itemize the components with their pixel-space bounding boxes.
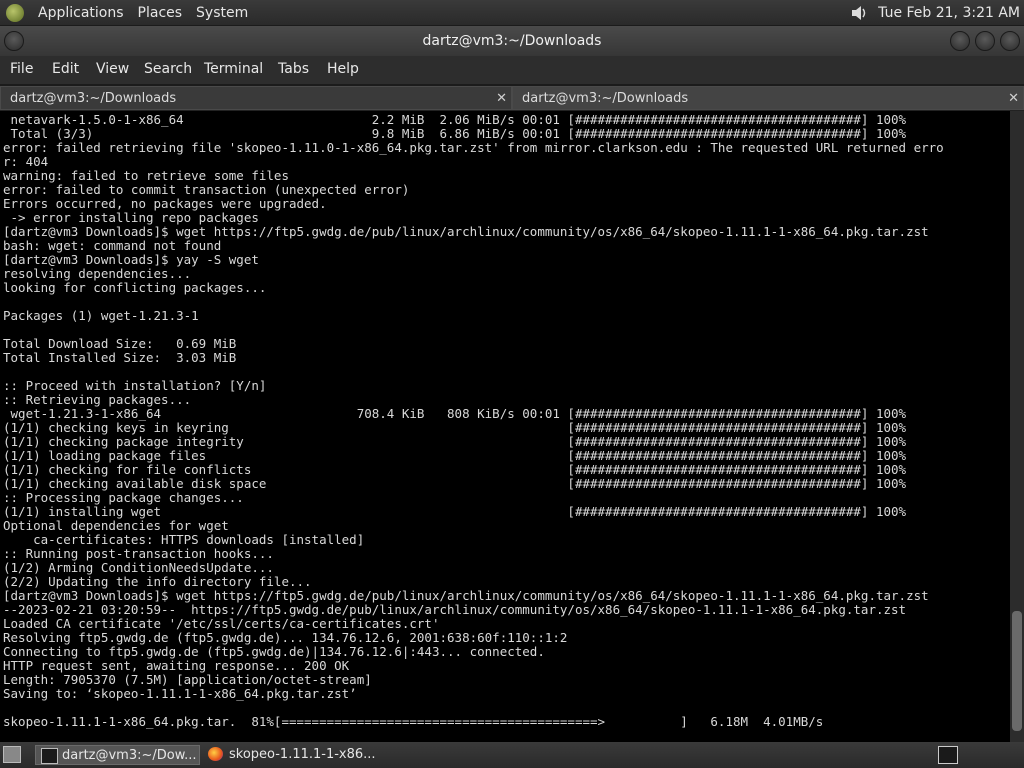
tab-bar: dartz@vm3:~/Downloads ✕ dartz@vm3:~/Down… [0,86,1024,111]
menu-system[interactable]: System [196,5,248,21]
task-firefox[interactable]: skopeo-1.11.1-1-x86... [203,745,403,765]
menu-places[interactable]: Places [138,5,183,21]
firefox-icon [208,747,223,761]
task-terminal[interactable]: dartz@vm3:~/Dow... [35,745,200,765]
menu-applications[interactable]: Applications [38,5,124,21]
scrollbar[interactable] [1010,111,1024,742]
maximize-button[interactable] [975,31,995,51]
menu-view[interactable]: View [96,61,129,77]
menu-bar: File Edit View Search Terminal Tabs Help [0,56,1024,84]
tab-1[interactable]: dartz@vm3:~/Downloads ✕ [0,86,512,110]
tray-terminal-icon[interactable] [938,746,958,764]
tab-2-close-icon[interactable]: ✕ [1008,87,1019,111]
window-titlebar[interactable]: dartz@vm3:~/Downloads [0,26,1024,56]
terminal-output[interactable]: netavark-1.5.0-1-x86_64 2.2 MiB 2.06 MiB… [0,111,1010,742]
terminal-icon [41,748,58,764]
tab-1-close-icon[interactable]: ✕ [496,87,507,111]
window-title: dartz@vm3:~/Downloads [422,33,602,49]
menu-edit[interactable]: Edit [52,61,79,77]
clock[interactable]: Tue Feb 21, 3:21 AM [878,5,1020,21]
menu-terminal[interactable]: Terminal [204,61,263,77]
menu-search[interactable]: Search [144,61,192,77]
bottom-taskbar: dartz@vm3:~/Dow... skopeo-1.11.1-1-x86..… [0,742,1024,768]
close-button[interactable] [1000,31,1020,51]
tab-2-label: dartz@vm3:~/Downloads [522,91,689,106]
top-panel: Applications Places System Tue Feb 21, 3… [0,0,1024,25]
menu-tabs[interactable]: Tabs [278,61,309,77]
tab-2[interactable]: dartz@vm3:~/Downloads ✕ [512,86,1024,110]
minimize-button[interactable] [950,31,970,51]
volume-icon[interactable] [850,5,868,21]
tab-1-label: dartz@vm3:~/Downloads [10,91,177,106]
menu-file[interactable]: File [10,61,33,77]
window-menu-button[interactable] [4,31,24,51]
scrollbar-thumb[interactable] [1012,611,1022,731]
terminal-text[interactable]: netavark-1.5.0-1-x86_64 2.2 MiB 2.06 MiB… [0,111,1010,729]
task-firefox-label: skopeo-1.11.1-1-x86... [229,747,376,762]
menu-help[interactable]: Help [327,61,359,77]
show-desktop-icon[interactable] [3,746,21,763]
task-terminal-label: dartz@vm3:~/Dow... [62,748,197,763]
distro-logo-icon[interactable] [6,3,24,22]
